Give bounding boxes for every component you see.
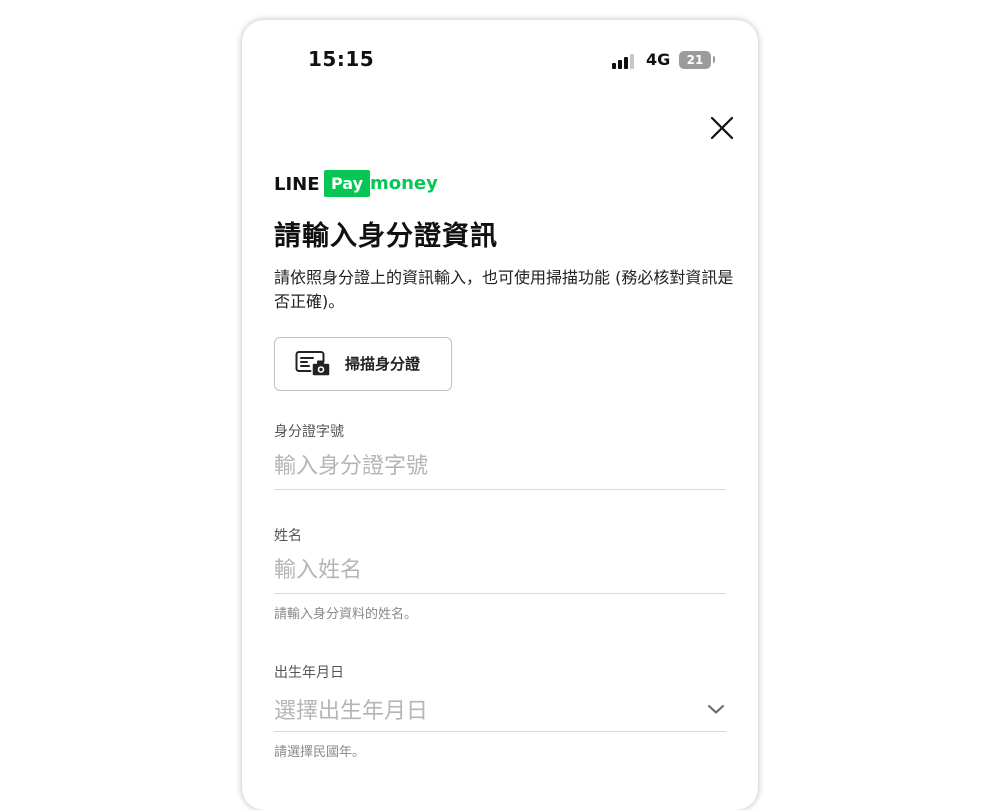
- status-time: 15:15: [308, 47, 375, 71]
- battery-icon: 21: [679, 51, 711, 69]
- page-description: 請依照身分證上的資訊輸入，也可使用掃描功能 (務必核對資訊是否正確)。: [274, 268, 734, 311]
- name-input[interactable]: [274, 554, 726, 594]
- birthdate-field: 出生年月日 選擇出生年月日 請選擇民國年。: [274, 663, 726, 760]
- scan-id-label: 掃描身分證: [345, 355, 421, 373]
- logo-line-text: LINE: [274, 174, 320, 195]
- page-title: 請輸入身分證資訊: [274, 221, 498, 252]
- status-bar: 15:15 4G 21: [242, 20, 758, 100]
- birthdate-hint: 請選擇民國年。: [274, 745, 366, 760]
- signal-icon: [612, 53, 638, 69]
- network-type: 4G: [646, 50, 671, 69]
- id-number-field: 身分證字號: [274, 422, 726, 490]
- birthdate-select[interactable]: 選擇出生年月日: [274, 691, 726, 732]
- id-number-label: 身分證字號: [274, 424, 344, 440]
- name-hint: 請輸入身分資料的姓名。: [274, 607, 418, 622]
- name-field: 姓名 請輸入身分資料的姓名。: [274, 526, 726, 622]
- close-button[interactable]: [708, 114, 736, 142]
- name-label: 姓名: [274, 528, 302, 544]
- app-screen: 15:15 4G 21 LINE Pay money 請輸入身分證資訊 請依照身…: [242, 20, 758, 810]
- birthdate-placeholder: 選擇出生年月日: [274, 699, 429, 724]
- birthdate-label: 出生年月日: [274, 665, 344, 681]
- close-icon: [710, 116, 734, 140]
- logo-pay-badge: Pay: [324, 170, 371, 197]
- id-card-camera-icon: [295, 351, 331, 377]
- battery-tip: [713, 56, 715, 63]
- chevron-down-icon: [708, 705, 724, 714]
- scan-id-button[interactable]: 掃描身分證: [274, 337, 452, 391]
- id-number-input[interactable]: [274, 450, 726, 490]
- logo-money-text: money: [370, 173, 438, 194]
